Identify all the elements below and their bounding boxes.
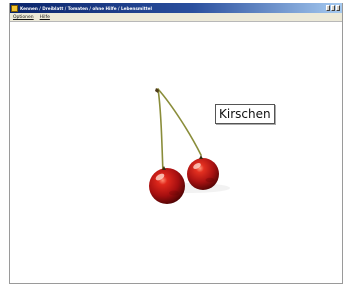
close-icon[interactable]	[336, 5, 340, 11]
window-title: Kennen / Dreiblatt / Tomaten / ohne Hilf…	[20, 5, 152, 11]
word-label-card[interactable]: Kirschen	[215, 104, 275, 124]
cherries-image[interactable]	[138, 84, 238, 204]
app-window: Kennen / Dreiblatt / Tomaten / ohne Hilf…	[9, 3, 343, 284]
minimize-icon[interactable]	[326, 5, 330, 11]
menu-bar: Optionen Hilfe	[10, 13, 342, 22]
app-icon	[11, 4, 18, 12]
menu-item-optionen[interactable]: Optionen	[13, 15, 34, 20]
menu-item-hilfe[interactable]: Hilfe	[40, 15, 50, 20]
title-bar[interactable]: Kennen / Dreiblatt / Tomaten / ohne Hilf…	[10, 3, 342, 13]
maximize-icon[interactable]	[331, 5, 335, 11]
exercise-canvas: Kirschen	[10, 22, 342, 283]
window-controls	[326, 5, 340, 11]
